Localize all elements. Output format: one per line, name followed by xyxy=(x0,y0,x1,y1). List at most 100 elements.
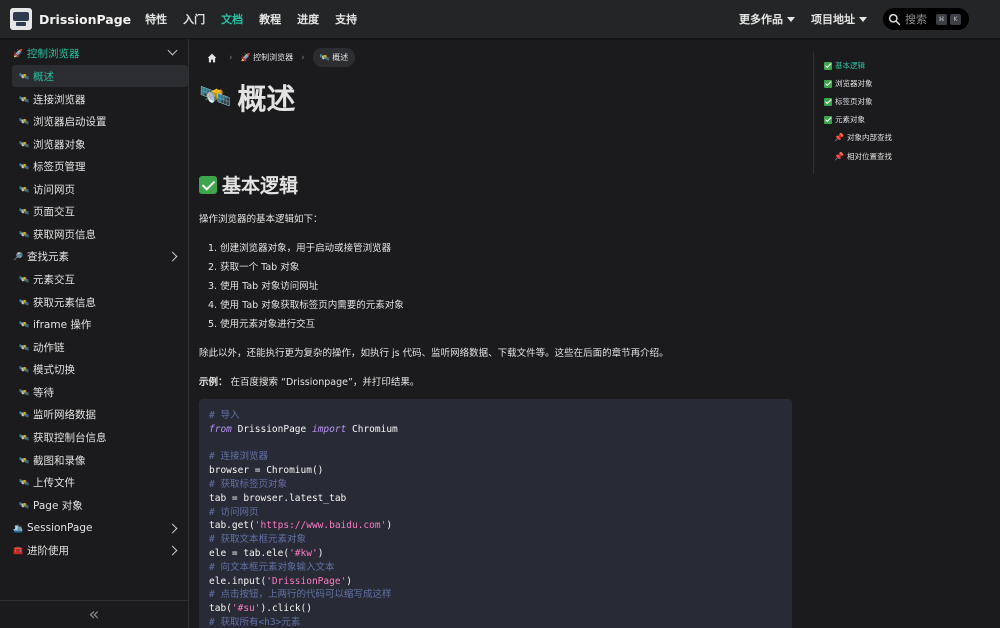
checkmark-icon xyxy=(824,97,832,106)
chevron-down-icon xyxy=(167,45,178,56)
sidebar-item-action-chain[interactable]: 🛰️ 动作链 xyxy=(12,336,188,358)
satellite-icon: 🛰️ xyxy=(319,53,330,62)
nav-link-progress[interactable]: 进度 xyxy=(297,11,319,27)
sidebar-item-browser-object[interactable]: 🛰️ 浏览器对象 xyxy=(12,133,188,155)
nav-link-docs[interactable]: 文档 xyxy=(221,11,243,27)
search-icon xyxy=(888,13,901,25)
section-title: 基本逻辑 xyxy=(199,171,298,198)
sidebar-item-upload-file[interactable]: 🛰️ 上传文件 xyxy=(12,471,188,493)
code-comment: # 访问网页 xyxy=(209,506,259,518)
example-paragraph: 示例： 在百度搜索 “Drissionpage”，并打印结果。 xyxy=(199,374,419,388)
sidebar-item-element-interaction[interactable]: 🛰️ 元素交互 xyxy=(12,268,188,290)
brand[interactable]: DrissionPage xyxy=(10,8,131,30)
list-item: 5. 使用元素对象进行交互 xyxy=(208,319,316,330)
code-comment: # 向文本框元素对象输入文本 xyxy=(209,561,335,573)
satellite-icon: 🛰️ xyxy=(19,500,29,510)
sidebar-item-connect-browser[interactable]: 🛰️ 连接浏览器 xyxy=(12,88,188,110)
sidebar-item-iframe[interactable]: 🛰️ iframe 操作 xyxy=(12,313,188,335)
sidebar-item-mode-switch[interactable]: 🛰️ 模式切换 xyxy=(12,358,188,380)
code-string: '#kw' xyxy=(289,547,318,559)
nav-link-features[interactable]: 特性 xyxy=(145,11,167,27)
list-item: 2. 获取一个 Tab 对象 xyxy=(208,262,300,273)
toc-item-basic-logic[interactable]: 基本逻辑 xyxy=(824,60,865,71)
breadcrumb-separator: › xyxy=(301,52,305,63)
pushpin-icon: 📌 xyxy=(834,133,844,142)
sidebar-item-label: 获取网页信息 xyxy=(33,228,96,241)
rocket-icon: 🚀 xyxy=(240,53,251,62)
toc-item-tab-object[interactable]: 标签页对象 xyxy=(824,96,873,107)
breadcrumb-current-label: 概述 xyxy=(332,53,349,62)
code-keyword: from xyxy=(209,423,232,435)
sidebar-item-label: Page 对象 xyxy=(33,499,83,512)
kbd-key-k: K xyxy=(950,13,961,25)
rocket-icon: 🚀 xyxy=(13,48,23,58)
code-text: tab = browser.latest_tab xyxy=(209,492,347,504)
checkmark-icon xyxy=(199,175,217,194)
sidebar-item-screenshot-recording[interactable]: 🛰️ 截图和录像 xyxy=(12,449,188,471)
nav-link-tutorials[interactable]: 教程 xyxy=(259,11,281,27)
code-text: ).click() xyxy=(260,603,312,615)
sidebar-item-label: 页面交互 xyxy=(33,205,75,218)
sidebar-category-label: 进阶使用 xyxy=(27,544,69,557)
chevron-down-icon xyxy=(787,16,795,22)
satellite-icon: 🛰️ xyxy=(19,477,29,487)
sidebar-item-listen-network[interactable]: 🛰️ 监听网络数据 xyxy=(12,403,188,425)
sidebar-item-label: 模式切换 xyxy=(33,363,75,376)
section-title-text: 基本逻辑 xyxy=(222,175,299,197)
breadcrumb-parent-label: 控制浏览器 xyxy=(253,53,294,62)
code-string: '#su' xyxy=(231,603,261,615)
home-icon[interactable] xyxy=(203,49,221,67)
navbar: DrissionPage 特性 入门 文档 教程 进度 支持 更多作品 项目地址… xyxy=(0,0,1000,38)
collapse-sidebar-button[interactable]: « xyxy=(0,600,188,628)
toc-subitem-relative-find[interactable]: 📌 相对位置查找 xyxy=(834,151,892,162)
sidebar-item-page-object[interactable]: 🛰️ Page 对象 xyxy=(12,494,188,516)
logo-icon xyxy=(10,8,32,30)
search-input[interactable]: 搜索 ⌘ K xyxy=(883,8,969,30)
sidebar-item-get-page-info[interactable]: 🛰️ 获取网页信息 xyxy=(12,223,188,245)
sidebar-item-label: 标签页管理 xyxy=(33,160,86,173)
nav-link-intro[interactable]: 入门 xyxy=(183,11,205,27)
sidebar-category-find-elements[interactable]: 🔎 查找元素 xyxy=(10,245,186,267)
breadcrumb-current: 🛰️ 概述 xyxy=(312,48,356,67)
toc-subitem-inner-find[interactable]: 📌 对象内部查找 xyxy=(834,132,892,143)
satellite-icon: 🛰️ xyxy=(19,116,29,126)
more-works-dropdown[interactable]: 更多作品 xyxy=(739,11,795,27)
sidebar-item-visit-page[interactable]: 🛰️ 访问网页 xyxy=(12,178,188,200)
example-text: 在百度搜索 “Drissionpage”，并打印结果。 xyxy=(230,377,420,388)
code-comment: # 获取文本框元素对象 xyxy=(209,534,306,546)
chevron-right-icon xyxy=(167,523,178,533)
code-text: browser = Chromium() xyxy=(209,465,324,477)
project-address-dropdown[interactable]: 项目地址 xyxy=(811,11,867,27)
code-text: DrissionPage xyxy=(231,423,312,435)
code-text: ) xyxy=(346,575,353,587)
sidebar-category-advanced[interactable]: 🧰 进阶使用 xyxy=(10,539,186,561)
sidebar-item-tab-management[interactable]: 🛰️ 标签页管理 xyxy=(12,155,188,177)
sidebar-item-page-interaction[interactable]: 🛰️ 页面交互 xyxy=(12,200,188,222)
nav-link-support[interactable]: 支持 xyxy=(335,11,357,27)
code-comment: # 获取所有<h3>元素 xyxy=(209,616,301,628)
code-text: ele.input( xyxy=(209,575,267,587)
code-comment: # 连接浏览器 xyxy=(209,451,268,463)
sidebar-item-console-info[interactable]: 🛰️ 获取控制台信息 xyxy=(12,426,188,448)
satellite-icon: 🛰️ xyxy=(19,94,29,104)
code-text: tab.get( xyxy=(209,520,255,532)
more-paragraph: 除此以外，还能执行更为复杂的操作，如执行 js 代码、监听网络数据、下载文件等。… xyxy=(199,348,669,359)
toc-item-browser-object[interactable]: 浏览器对象 xyxy=(824,78,873,89)
sidebar-item-overview[interactable]: 🛰️ 概述 xyxy=(12,65,188,87)
code-text: ) xyxy=(317,547,324,559)
toc-label: 基本逻辑 xyxy=(835,61,865,70)
sidebar-item-get-element-info[interactable]: 🛰️ 获取元素信息 xyxy=(12,291,188,313)
satellite-icon: 🛰️ xyxy=(19,274,29,284)
breadcrumb-parent[interactable]: 🚀 控制浏览器 xyxy=(241,52,294,63)
sidebar-item-browser-launch-settings[interactable]: 🛰️ 浏览器启动设置 xyxy=(12,110,188,132)
satellite-icon: 🛰️ xyxy=(199,82,232,112)
satellite-icon: 🛰️ xyxy=(19,342,29,352)
example-label: 示例： xyxy=(199,377,228,388)
sidebar-category-control-browser[interactable]: 🚀 控制浏览器 xyxy=(10,42,186,64)
toc-item-element-object[interactable]: 元素对象 xyxy=(824,114,865,125)
code-block[interactable]: # 导入 from DrissionPage import Chromium #… xyxy=(199,399,792,628)
sidebar-category-sessionpage[interactable]: 🛳️ SessionPage xyxy=(10,517,186,539)
sidebar-item-wait[interactable]: 🛰️ 等待 xyxy=(12,381,188,403)
checkmark-icon xyxy=(824,79,832,88)
code-string: 'https://www.baidu.com' xyxy=(254,520,387,532)
